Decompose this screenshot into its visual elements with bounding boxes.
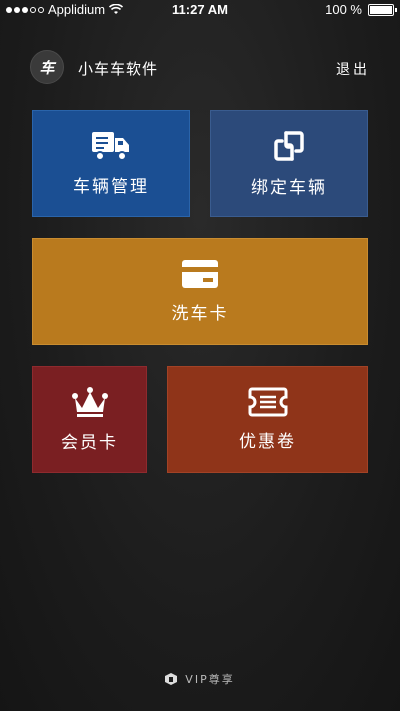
vip-footer-label: VIP尊享 bbox=[185, 673, 235, 686]
app-screen: Applidium 11:27 AM 100 % 车 小车车软件 退出 车辆管理… bbox=[0, 0, 400, 711]
member-card-tile[interactable]: 会员卡 bbox=[32, 366, 147, 473]
app-logo: 车 bbox=[30, 50, 64, 84]
battery-icon bbox=[368, 3, 397, 16]
vip-footer: VIP尊享 bbox=[0, 670, 400, 688]
status-right: 100 % bbox=[325, 2, 397, 17]
vehicle-management-label: 车辆管理 bbox=[73, 177, 149, 197]
link-icon bbox=[274, 131, 304, 161]
card-icon bbox=[182, 260, 218, 288]
vip-logo-icon bbox=[165, 673, 178, 685]
wash-card-label: 洗车卡 bbox=[171, 304, 229, 324]
status-bar: Applidium 11:27 AM 100 % bbox=[0, 0, 400, 20]
app-title: 小车车软件 bbox=[78, 60, 159, 78]
ticket-icon bbox=[248, 387, 287, 417]
member-card-label: 会员卡 bbox=[61, 433, 118, 453]
truck-icon bbox=[92, 132, 129, 161]
bind-vehicle-label: 绑定车辆 bbox=[251, 178, 327, 198]
vehicle-management-tile[interactable]: 车辆管理 bbox=[32, 110, 190, 217]
wash-card-tile[interactable]: 洗车卡 bbox=[32, 238, 368, 345]
logout-button[interactable]: 退出 bbox=[336, 59, 370, 79]
crown-icon bbox=[71, 387, 108, 417]
battery-percent: 100 % bbox=[325, 2, 362, 17]
coupon-tile[interactable]: 优惠卷 bbox=[167, 366, 368, 473]
app-header: 车 小车车软件 退出 bbox=[30, 50, 370, 84]
coupon-label: 优惠卷 bbox=[239, 432, 296, 452]
bind-vehicle-tile[interactable]: 绑定车辆 bbox=[210, 110, 368, 217]
